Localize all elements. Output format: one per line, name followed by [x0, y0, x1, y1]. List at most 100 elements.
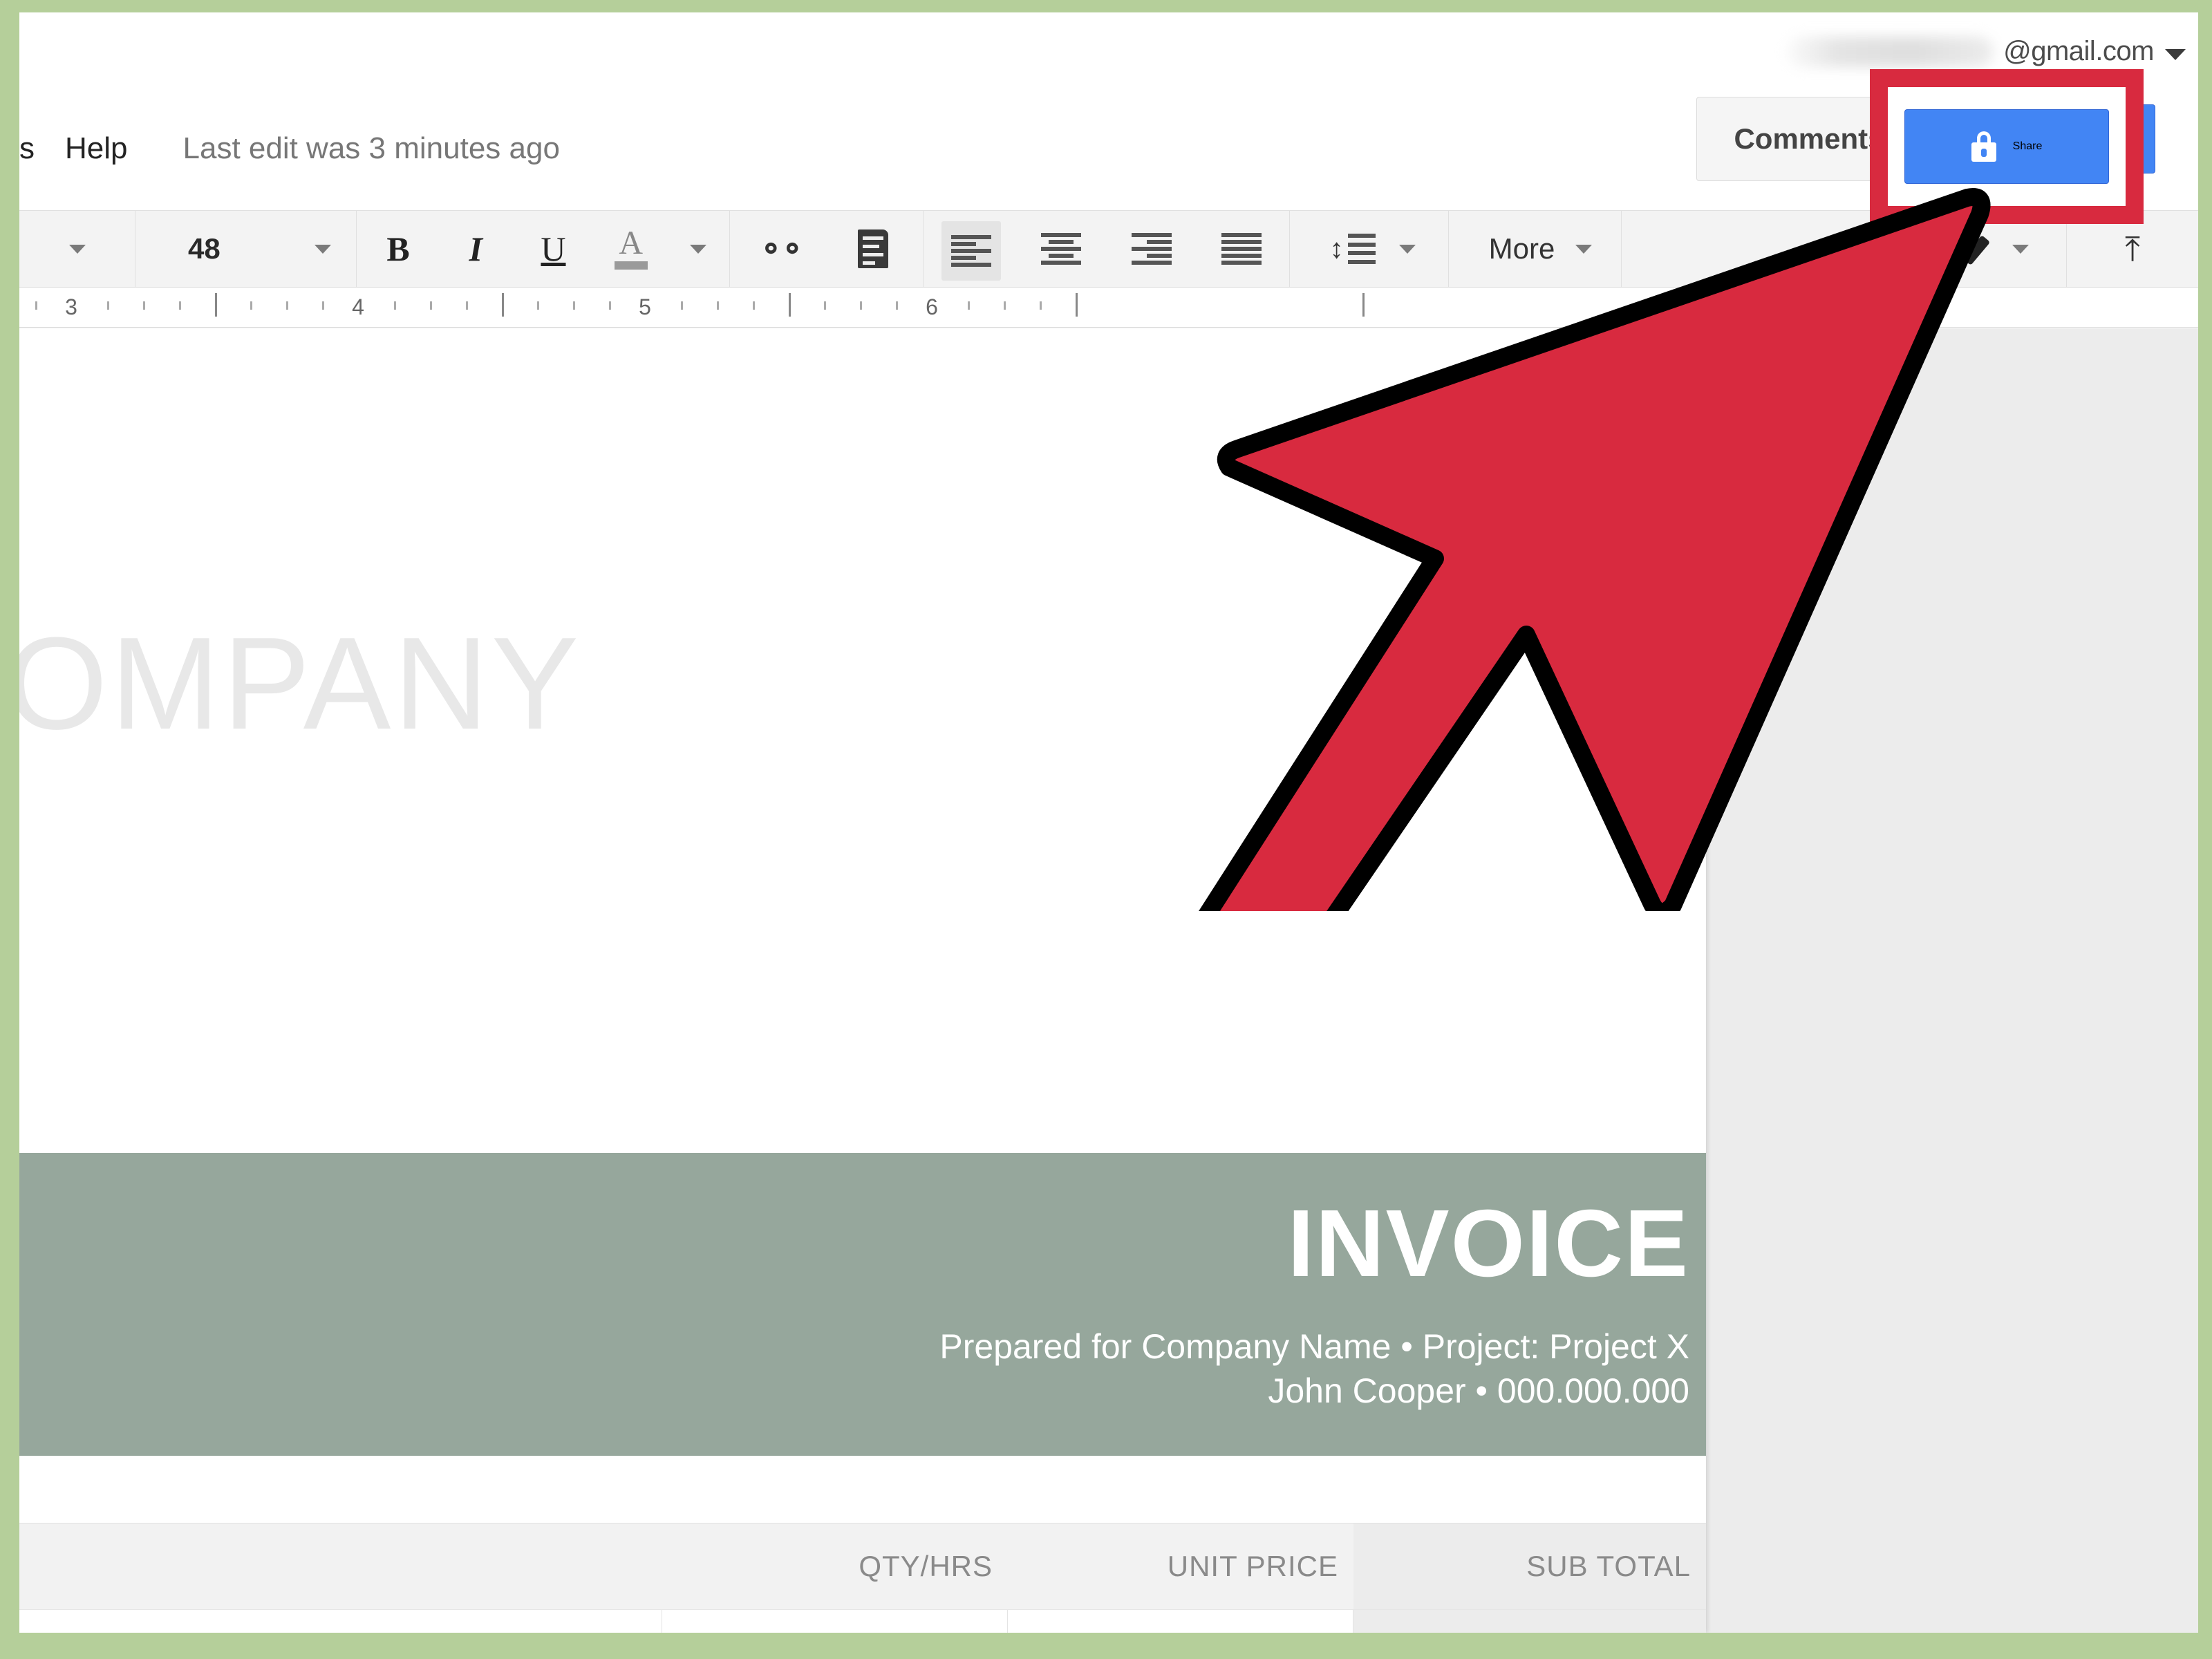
line-spacing-button[interactable]: ↕: [1323, 211, 1382, 287]
font-size-value[interactable]: 48: [160, 232, 248, 265]
ruler-tick-major: [501, 293, 504, 317]
chevron-down-icon[interactable]: [1575, 244, 1593, 254]
share-button-label: Share: [2012, 140, 2043, 152]
align-left-button[interactable]: [941, 221, 1002, 281]
ruler-tick-minor: [896, 301, 899, 310]
comment-icon: [858, 229, 889, 268]
invoice-title: INVOICE: [1287, 1190, 1689, 1297]
table-header-sub-total: SUB TOTAL: [1353, 1524, 1706, 1609]
align-right-icon: [1131, 233, 1172, 265]
account-email: @gmail.com: [2003, 36, 2154, 66]
ruler-tick-minor: [393, 301, 396, 310]
toolbar-group-more: More: [1449, 211, 1622, 287]
ruler-tick-minor: [106, 301, 109, 310]
ruler-tick-minor: [860, 301, 863, 310]
ruler-tick-minor: [1039, 301, 1042, 310]
account-name-redacted: [1786, 36, 1994, 67]
invoice-subtitle-line2: John Cooper • 000.000.000: [1268, 1371, 1689, 1410]
account-area[interactable]: @gmail.com: [1786, 36, 2186, 67]
text-color-icon: A: [608, 225, 654, 273]
ruler-tick-major: [1362, 293, 1365, 317]
ruler-tick-major: [788, 293, 791, 317]
document-page[interactable]: OMPANY INVOICE Prepared for Company Name…: [19, 328, 1706, 1633]
align-right-button[interactable]: [1122, 211, 1181, 287]
chevron-down-icon: [689, 244, 706, 254]
toolbar-group-text-format: B I U A: [357, 211, 730, 287]
ruler-label: 4: [352, 294, 364, 319]
table-cell-unit-price[interactable]: $25/hr: [1008, 1610, 1353, 1633]
table-cell-sub-total[interactable]: $125: [1353, 1610, 1706, 1633]
table-header-qty: QTY/HRS: [859, 1550, 993, 1582]
share-button-highlighted[interactable]: Share: [1897, 97, 2116, 196]
align-justify-button[interactable]: [1212, 211, 1271, 287]
table-row[interactable]: ork that was completed 5 hrs $25/hr $125: [19, 1610, 1706, 1633]
align-center-button[interactable]: [1031, 211, 1091, 287]
pencil-icon[interactable]: [1967, 234, 1997, 264]
ruler-tick-minor: [680, 301, 683, 310]
invoice-table-header-row: QTY/HRS UNIT PRICE SUB TOTAL: [19, 1523, 1706, 1610]
chevron-down-icon[interactable]: [315, 244, 331, 254]
toolbar-group-insert: ⚬⚬: [730, 211, 924, 287]
ruler-label: 3: [65, 294, 77, 319]
bold-button[interactable]: B: [368, 211, 428, 287]
ruler-tick-minor: [967, 301, 970, 310]
ruler-tick-minor: [322, 301, 325, 310]
more-button-label[interactable]: More: [1478, 232, 1566, 265]
insert-link-button[interactable]: ⚬⚬: [750, 211, 809, 287]
toolbar-group-align: [924, 211, 1290, 287]
ruler-tick-minor: [752, 301, 755, 310]
paragraph-style-dropdown[interactable]: [48, 211, 107, 287]
comments-button-label: Comments: [1734, 122, 1884, 155]
table-cell-description[interactable]: ork that was completed: [19, 1610, 662, 1633]
link-icon: ⚬⚬: [758, 232, 805, 266]
italic-button[interactable]: I: [446, 211, 505, 287]
menu-item-help[interactable]: Help: [47, 131, 146, 166]
table-header-description: [19, 1524, 662, 1609]
invoice-content: INVOICE Prepared for Company Name • Proj…: [19, 328, 1706, 1633]
invoice-table: QTY/HRS UNIT PRICE SUB TOTAL ork that wa…: [19, 1523, 1706, 1633]
ruler-tick-minor: [824, 301, 827, 310]
last-edit-status[interactable]: Last edit was 3 minutes ago: [146, 131, 560, 166]
toolbar-group-font-size: 48: [135, 211, 357, 287]
app-window: OMPANY INVOICE Prepared for Company Name…: [19, 12, 2198, 1633]
ruler-tick-minor: [286, 301, 289, 310]
ruler-tick-minor: [1003, 301, 1006, 310]
align-left-icon: [951, 235, 992, 267]
ruler-tick-major: [1075, 293, 1078, 317]
ruler-tick-minor: [178, 301, 181, 310]
table-cell-qty[interactable]: 5 hrs: [662, 1610, 1008, 1633]
table-header-unit-price: UNIT PRICE: [1167, 1550, 1338, 1582]
lock-icon: [1971, 131, 1996, 162]
italic-icon: I: [469, 229, 483, 268]
align-center-icon: [1041, 233, 1082, 265]
invoice-header-band: INVOICE Prepared for Company Name • Proj…: [19, 1153, 1706, 1456]
ruler-tick-minor: [465, 301, 468, 310]
line-spacing-icon: ↕: [1330, 234, 1376, 264]
ruler-tick-minor: [429, 301, 432, 310]
ruler-tick-minor: [142, 301, 145, 310]
ruler-tick-minor: [573, 301, 576, 310]
toolbar-group-line-spacing: ↕: [1290, 211, 1449, 287]
text-color-dropdown[interactable]: [679, 211, 718, 287]
ruler-tick-minor: [250, 301, 253, 310]
underline-button[interactable]: U: [523, 211, 583, 287]
chevron-down-icon[interactable]: [2012, 244, 2029, 254]
ruler-tick-minor: [537, 301, 540, 310]
insert-comment-button[interactable]: [843, 211, 903, 287]
chevron-down-icon[interactable]: [2165, 48, 2186, 60]
menu-item-partial[interactable]: s: [19, 131, 47, 166]
ruler-label: 5: [639, 294, 651, 319]
text-color-button[interactable]: A: [601, 211, 661, 287]
ruler-tick-minor: [35, 301, 38, 310]
ruler[interactable]: 3 4 5 6: [19, 288, 2198, 328]
bold-icon: B: [386, 229, 410, 268]
ruler-tick-major: [214, 293, 217, 317]
toolbar-group-style: [19, 211, 135, 287]
menu-bar: s Help Last edit was 3 minutes ago: [19, 131, 560, 166]
invoice-subtitle-line1: Prepared for Company Name • Project: Pro…: [939, 1327, 1689, 1366]
chevrons-up-icon[interactable]: ⤒: [2125, 232, 2140, 266]
chevron-down-icon[interactable]: [1398, 244, 1416, 254]
chevron-down-icon: [68, 244, 86, 254]
align-justify-icon: [1221, 233, 1262, 265]
ruler-label: 6: [926, 294, 938, 319]
